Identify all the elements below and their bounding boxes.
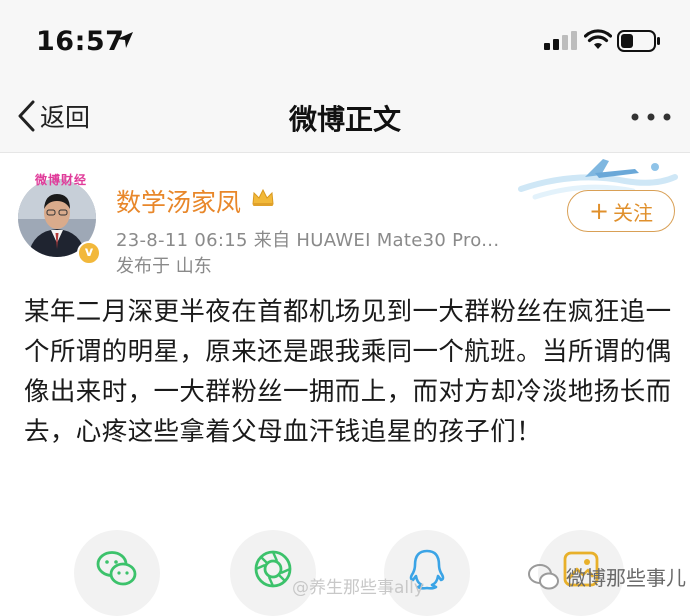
author-name[interactable]: 数学汤家凤 <box>116 183 241 219</box>
nav-bar: 返回 微博正文 <box>0 80 690 153</box>
wechat-icon <box>96 551 137 586</box>
share-wechat-button[interactable] <box>74 530 160 616</box>
wechat-account-watermark: 微博那些事儿 <box>566 566 686 590</box>
crown-icon <box>252 188 274 206</box>
post-body: 某年二月深更半夜在首都机场见到一大群粉丝在疯狂追一个所谓的明星，原来还是跟我乘同… <box>24 297 672 447</box>
battery-icon <box>617 30 660 52</box>
location-arrow-icon <box>117 32 133 48</box>
verified-badge-icon: v <box>77 241 101 265</box>
status-time: 16:57 <box>36 26 125 57</box>
avatar-container[interactable]: 微博财经 v <box>18 171 101 265</box>
follow-label: 关注 <box>613 200 654 225</box>
follow-button[interactable]: + 关注 <box>567 190 675 232</box>
cellular-signal-icon <box>544 31 577 50</box>
post-location: 发布于 山东 <box>116 256 212 277</box>
avatar-badge: 微博财经 <box>34 173 87 187</box>
wifi-icon <box>584 29 612 49</box>
wechat-watermark-icon <box>528 564 559 590</box>
plus-icon: + <box>588 197 610 225</box>
post-meta: 23-8-11 06:15 来自 HUAWEI Mate30 Pro... <box>116 230 500 251</box>
page-title: 微博正文 <box>288 103 401 136</box>
more-dots-icon[interactable] <box>627 102 675 132</box>
weibo-watermark: @养生那些事ally <box>292 578 424 598</box>
status-bar: 16:57 <box>0 0 690 80</box>
moments-icon <box>254 550 292 588</box>
